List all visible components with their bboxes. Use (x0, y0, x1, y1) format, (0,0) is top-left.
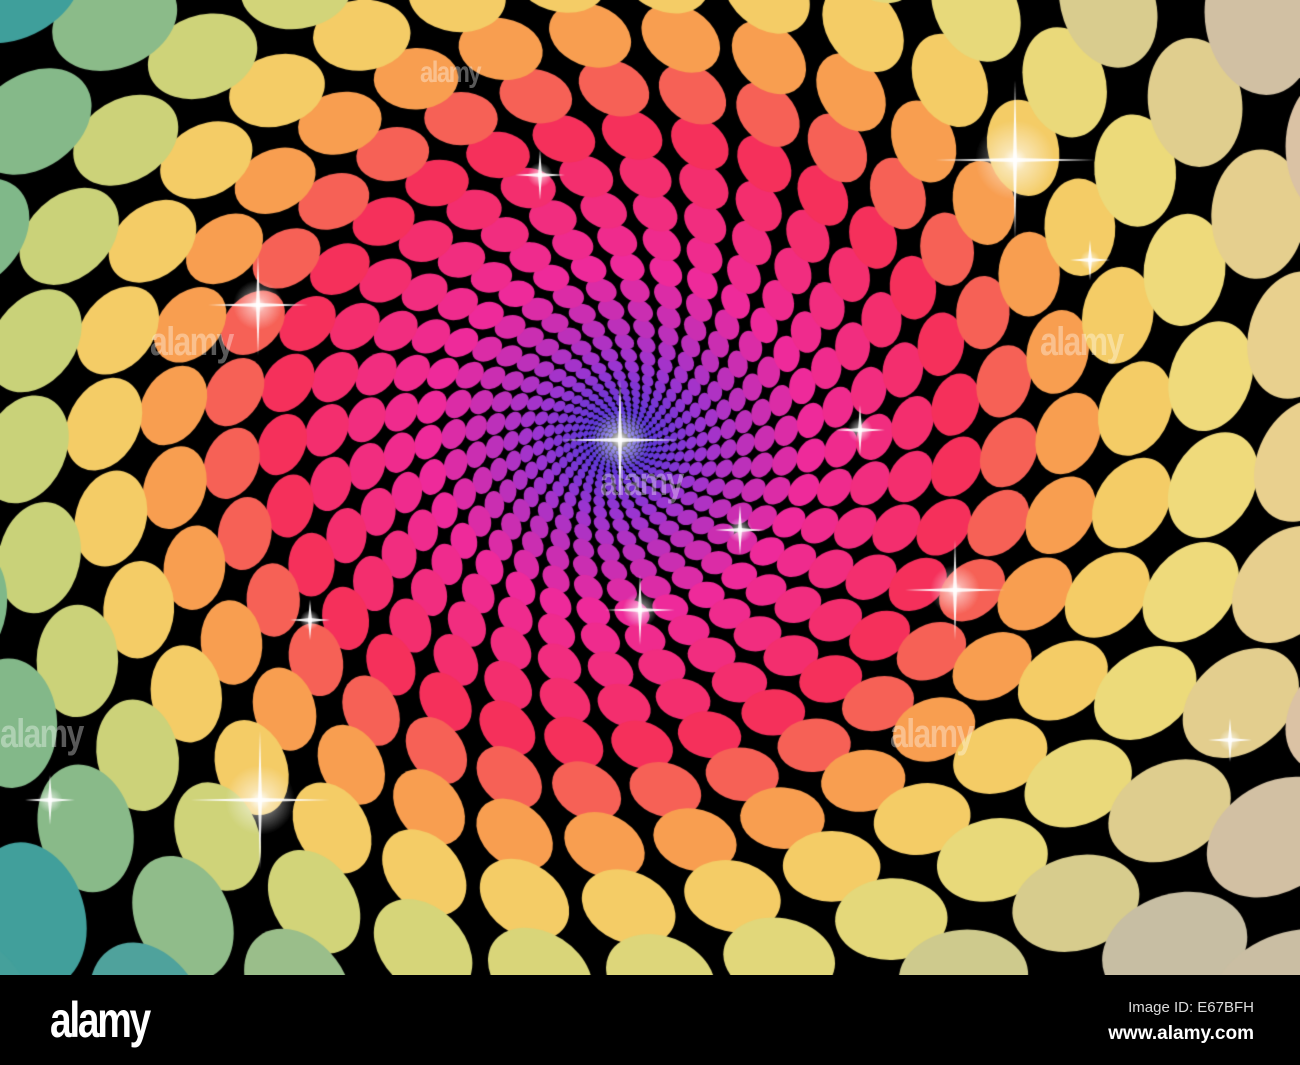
stock-image: alamy alamy alamy alamy alamy alamy alam… (0, 0, 1300, 1065)
watermark: alamy (420, 56, 482, 89)
watermark: alamy (1040, 320, 1124, 364)
watermark: alamy (0, 712, 84, 756)
footer-bar: alamy Image ID: E67BFH www.alamy.com (0, 975, 1300, 1065)
website-url: www.alamy.com (1108, 1023, 1254, 1044)
watermark: alamy (890, 712, 974, 756)
image-id: Image ID: E67BFH (1128, 999, 1254, 1016)
watermark: alamy (150, 320, 234, 364)
alamy-logo: alamy (50, 992, 151, 1048)
watermark: alamy (600, 460, 684, 504)
